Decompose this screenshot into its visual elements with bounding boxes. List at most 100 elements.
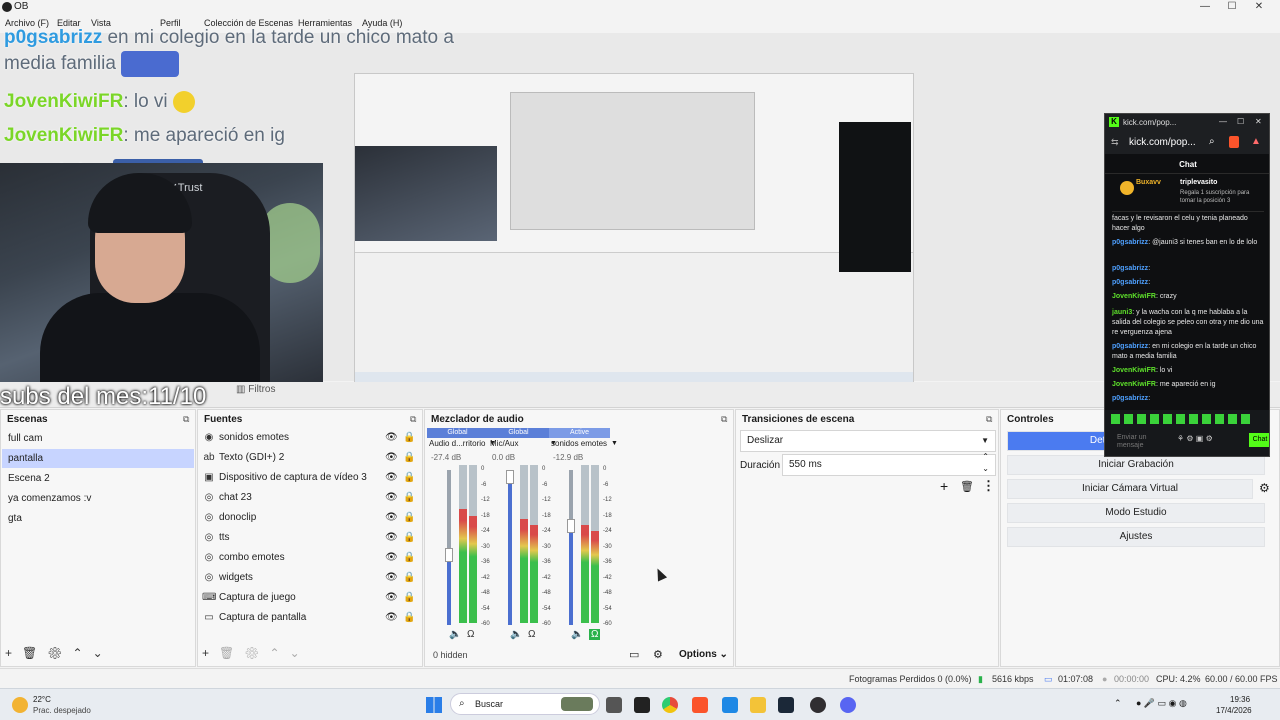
- visibility-eye-icon[interactable]: 👁: [385, 448, 398, 468]
- layout-icon[interactable]: ▭: [629, 648, 639, 661]
- undock-icon[interactable]: ⧉: [721, 414, 727, 425]
- lock-icon[interactable]: 🔒: [403, 468, 415, 488]
- speaker-icon[interactable]: 🔈: [449, 629, 461, 640]
- add-transition-icon[interactable]: +: [940, 478, 948, 494]
- brave-icon[interactable]: [692, 697, 708, 713]
- chat-username[interactable]: JovenKiwiFR: [1112, 367, 1156, 374]
- kick-minimize-button[interactable]: —: [1219, 117, 1227, 126]
- source-item[interactable]: ◎ widgets 👁 🔒: [202, 568, 418, 588]
- scene-item-selected[interactable]: pantalla: [2, 449, 194, 468]
- visibility-eye-icon[interactable]: 👁: [385, 588, 398, 608]
- move-down-icon[interactable]: ⌄: [290, 646, 300, 660]
- site-info-icon[interactable]: ⇆: [1111, 137, 1119, 148]
- speaker-icon[interactable]: 🔈: [571, 629, 583, 640]
- lock-icon[interactable]: 🔒: [403, 588, 415, 608]
- volume-slider[interactable]: [508, 470, 512, 625]
- minimize-button[interactable]: —: [1192, 0, 1218, 14]
- rewards-icon[interactable]: ▲: [1251, 136, 1261, 147]
- message-input[interactable]: Enviar un mensaje: [1117, 434, 1157, 450]
- chat-username[interactable]: p0gsabrizz: [1112, 343, 1148, 350]
- source-item[interactable]: ◎ donoclip 👁 🔒: [202, 508, 418, 528]
- visibility-eye-icon[interactable]: 👁: [385, 568, 398, 588]
- move-down-icon[interactable]: ⌄: [93, 646, 103, 660]
- add-source-icon[interactable]: +: [202, 646, 209, 660]
- zoom-icon[interactable]: ⌕: [1209, 136, 1215, 147]
- file-explorer-icon[interactable]: [750, 697, 766, 713]
- options-button[interactable]: Options ⌄: [679, 649, 728, 660]
- start-virtual-camera-button[interactable]: Iniciar Cámara Virtual: [1007, 479, 1253, 499]
- chevron-down-icon[interactable]: ▼: [611, 440, 618, 447]
- maximize-button[interactable]: ☐: [1219, 0, 1245, 14]
- kick-address-bar[interactable]: ⇆ kick.com/pop... ⌕ ▲: [1105, 132, 1269, 154]
- lock-icon[interactable]: 🔒: [403, 448, 415, 468]
- volume-slider-handle[interactable]: [445, 547, 453, 562]
- visibility-eye-icon[interactable]: 👁: [385, 508, 398, 528]
- store-icon[interactable]: [722, 697, 738, 713]
- kick-maximize-button[interactable]: ☐: [1237, 117, 1244, 126]
- source-item[interactable]: ◉ sonidos emotes 👁 🔒: [202, 428, 418, 448]
- scene-item[interactable]: ya comenzamos :v: [2, 489, 194, 508]
- lock-icon[interactable]: 🔒: [403, 428, 415, 448]
- emote-bar[interactable]: [1111, 414, 1251, 424]
- move-up-icon[interactable]: ⌃: [73, 646, 83, 660]
- channel-name[interactable]: sonidos emotes: [551, 439, 607, 448]
- tray-chevron-icon[interactable]: ⌃: [1114, 698, 1122, 709]
- mixer-settings-icon[interactable]: ⚙: [653, 648, 663, 661]
- remove-source-icon[interactable]: 🗑: [219, 646, 234, 660]
- spin-arrows-icon[interactable]: ⌃ ⌄: [982, 451, 989, 475]
- steam-icon[interactable]: [778, 697, 794, 713]
- start-recording-button[interactable]: Iniciar Grabación: [1007, 455, 1265, 475]
- weather-icon[interactable]: [12, 697, 28, 713]
- discord-icon[interactable]: [840, 697, 856, 713]
- send-chat-button[interactable]: Chat: [1249, 433, 1269, 447]
- chat-username[interactable]: p0gsabrizz: [1112, 279, 1148, 286]
- chat-username[interactable]: JovenKiwiFR: [1112, 381, 1156, 388]
- volume-slider-handle[interactable]: [567, 519, 575, 534]
- headphones-icon[interactable]: Ω: [467, 629, 474, 640]
- lock-icon[interactable]: 🔒: [403, 488, 415, 508]
- settings-button[interactable]: Ajustes: [1007, 527, 1265, 547]
- chat-username[interactable]: JovenKiwiFR: [1112, 293, 1156, 300]
- lock-icon[interactable]: 🔒: [403, 608, 415, 628]
- tray-icons[interactable]: ● 🎤 ▭ ◉ ◍: [1136, 698, 1187, 709]
- lock-icon[interactable]: 🔒: [403, 528, 415, 548]
- task-view-icon[interactable]: [606, 697, 622, 713]
- visibility-eye-icon[interactable]: 👁: [385, 468, 398, 488]
- visibility-eye-icon[interactable]: 👁: [385, 548, 398, 568]
- visibility-eye-icon[interactable]: 👁: [385, 528, 398, 548]
- visibility-eye-icon[interactable]: 👁: [385, 488, 398, 508]
- scene-filters-icon[interactable]: ⚙: [47, 646, 62, 660]
- source-item[interactable]: ▭ Captura de pantalla 👁 🔒: [202, 608, 418, 628]
- close-button[interactable]: ✕: [1246, 0, 1272, 14]
- transition-select[interactable]: Deslizar ▼: [740, 430, 996, 452]
- channel-name[interactable]: Mic/Aux: [490, 439, 518, 448]
- headphones-icon[interactable]: Ω: [528, 629, 535, 640]
- brave-shield-icon[interactable]: [1229, 136, 1239, 148]
- source-item[interactable]: ab Texto (GDI+) 2 👁 🔒: [202, 448, 418, 468]
- speaker-icon[interactable]: 🔈: [510, 629, 522, 640]
- lock-icon[interactable]: 🔒: [403, 548, 415, 568]
- undock-icon[interactable]: ⧉: [986, 414, 992, 425]
- windows-start-icon[interactable]: [426, 697, 442, 713]
- scene-item[interactable]: gta: [2, 509, 194, 528]
- source-item[interactable]: ◎ tts 👁 🔒: [202, 528, 418, 548]
- visibility-eye-icon[interactable]: 👁: [385, 428, 398, 448]
- add-scene-icon[interactable]: +: [5, 646, 12, 660]
- chrome-icon[interactable]: [662, 697, 678, 713]
- channel-name[interactable]: Audio d...rritorio: [429, 439, 485, 448]
- studio-mode-button[interactable]: Modo Estudio: [1007, 503, 1265, 523]
- undock-icon[interactable]: ⧉: [410, 414, 416, 425]
- source-properties-icon[interactable]: ⚙: [244, 646, 259, 660]
- obs-taskbar-icon[interactable]: [810, 697, 826, 713]
- virtual-camera-settings-icon[interactable]: ⚙: [1259, 481, 1270, 495]
- headphones-icon[interactable]: Ω: [589, 629, 601, 640]
- volume-slider[interactable]: [569, 470, 573, 625]
- chat-username[interactable]: jauni3: [1112, 309, 1132, 316]
- lock-icon[interactable]: 🔒: [403, 568, 415, 588]
- chat-username[interactable]: p0gsabrizz: [1112, 395, 1148, 402]
- chat-username[interactable]: p0gsabrizz: [1112, 265, 1148, 272]
- transition-menu-icon[interactable]: ⋮: [982, 478, 995, 494]
- remove-scene-icon[interactable]: 🗑: [22, 646, 37, 660]
- epic-games-icon[interactable]: [634, 697, 650, 713]
- scene-item[interactable]: full cam: [2, 429, 194, 448]
